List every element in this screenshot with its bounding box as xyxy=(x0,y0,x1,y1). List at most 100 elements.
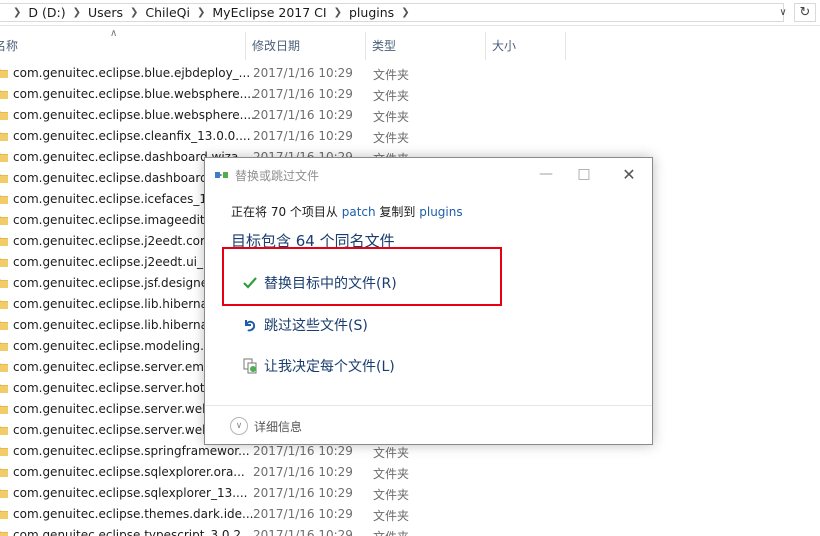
chevron-right-icon: ❯ xyxy=(13,7,22,18)
table-row[interactable]: com.genuitec.eclipse.blue.websphere.... 2… xyxy=(0,84,820,105)
breadcrumb-item[interactable]: MyEclipse 2017 CI xyxy=(212,5,326,20)
file-date: 2017/1/16 10:29 xyxy=(253,108,353,122)
breadcrumb-item[interactable]: ChileQi xyxy=(145,5,190,20)
file-type: 文件夹 xyxy=(373,528,409,536)
dialog-titlebar[interactable]: 替换或跳过文件 — □ ✕ xyxy=(205,158,652,190)
dialog-subtitle: 正在将 70 个项目从 patch 复制到 plugins xyxy=(231,203,463,220)
breadcrumb[interactable]: ❯ D (D:) ❯ Users ❯ ChileQi ❯ MyEclipse 2… xyxy=(0,3,784,22)
folder-icon xyxy=(0,405,8,414)
maximize-icon[interactable]: □ xyxy=(572,164,596,184)
decide-each-file-option[interactable]: 让我决定每个文件(L) xyxy=(240,354,395,378)
file-type: 文件夹 xyxy=(373,509,410,523)
file-name: com.genuitec.eclipse.sqlexplorer_13.... xyxy=(13,486,248,500)
chevron-right-icon: ❯ xyxy=(401,7,410,18)
file-date: 2017/1/16 10:29 xyxy=(253,465,353,479)
column-type[interactable]: 类型 xyxy=(366,32,486,60)
chevron-down-icon[interactable]: ∨ xyxy=(776,4,790,21)
chevron-down-icon: ∨ xyxy=(230,417,248,435)
folder-icon xyxy=(0,321,8,330)
checkmark-icon xyxy=(240,273,260,293)
column-size[interactable]: 大小 xyxy=(486,32,566,60)
skip-files-option[interactable]: 跳过这些文件(S) xyxy=(240,313,368,337)
file-date: 2017/1/16 10:29 xyxy=(253,507,353,521)
minimize-icon[interactable]: — xyxy=(534,164,558,184)
folder-icon xyxy=(0,489,8,498)
file-name: com.genuitec.eclipse.cleanfix_13.0.0.... xyxy=(13,129,251,143)
subtitle-text: 复制到 xyxy=(375,205,420,219)
file-name: com.genuitec.eclipse.lib.hibernate xyxy=(13,318,221,332)
folder-icon xyxy=(0,132,8,141)
file-name: com.genuitec.eclipse.themes.dark.ide... xyxy=(13,507,254,521)
file-date: 2017/1/16 10:29 xyxy=(253,486,353,500)
replace-files-label: 替换目标中的文件(R) xyxy=(264,276,397,292)
file-name: com.genuitec.eclipse.modeling.co xyxy=(13,339,218,353)
file-name: com.genuitec.eclipse.icefaces_13. xyxy=(13,192,219,206)
breadcrumb-item[interactable]: D (D:) xyxy=(28,5,65,20)
dialog-title: 替换或跳过文件 xyxy=(235,169,320,183)
source-folder-link[interactable]: patch xyxy=(342,205,376,219)
file-name: com.genuitec.eclipse.lib.hibernate xyxy=(13,297,221,311)
folder-icon xyxy=(0,216,8,225)
folder-icon xyxy=(0,468,8,477)
file-type: 文件夹 xyxy=(373,68,410,82)
file-name: com.genuitec.eclipse.server.hotre xyxy=(13,381,217,395)
folder-icon xyxy=(0,69,8,78)
folder-icon xyxy=(0,90,8,99)
replace-files-option[interactable]: 替换目标中的文件(R) xyxy=(240,271,397,295)
file-name: com.genuitec.eclipse.blue.websphere.... xyxy=(13,108,255,122)
file-name: com.genuitec.eclipse.j2eedt.ui_13 xyxy=(13,255,219,269)
table-row[interactable]: com.genuitec.eclipse.blue.websphere.... 2… xyxy=(0,105,820,126)
file-type: 文件夹 xyxy=(373,446,410,460)
folder-icon xyxy=(0,174,8,183)
skip-arrow-icon xyxy=(240,315,260,335)
file-name: com.genuitec.eclipse.typescript_3.0.2... xyxy=(13,528,253,536)
destination-folder-link[interactable]: plugins xyxy=(419,205,462,219)
file-name: com.genuitec.eclipse.j2eedt.core_ xyxy=(13,234,219,248)
file-name: com.genuitec.eclipse.blue.websphere.... xyxy=(13,87,255,101)
chevron-right-icon: ❯ xyxy=(197,7,206,18)
column-header: 名称 修改日期 类型 大小 xyxy=(0,28,820,62)
details-label: 详细信息 xyxy=(254,419,303,434)
refresh-icon[interactable]: ↻ xyxy=(794,3,816,22)
table-row[interactable]: com.genuitec.eclipse.cleanfix_13.0.0....… xyxy=(0,126,820,147)
breadcrumb-item[interactable]: Users xyxy=(88,5,123,20)
folder-icon xyxy=(0,258,8,267)
column-date[interactable]: 修改日期 xyxy=(246,32,366,60)
folder-icon xyxy=(0,363,8,372)
table-row[interactable]: com.genuitec.eclipse.themes.dark.ide... 2… xyxy=(0,504,820,525)
folder-icon xyxy=(0,342,8,351)
table-row[interactable]: com.genuitec.eclipse.sqlexplorer.ora... 2… xyxy=(0,462,820,483)
folder-icon xyxy=(0,447,8,456)
folder-icon xyxy=(0,300,8,309)
column-name[interactable]: 名称 xyxy=(0,32,246,60)
folder-icon xyxy=(0,111,8,120)
chevron-right-icon: ❯ xyxy=(333,7,342,18)
breadcrumb-item[interactable]: plugins xyxy=(349,5,394,20)
file-name: com.genuitec.eclipse.jsf.designer_ xyxy=(13,276,220,290)
table-row[interactable]: com.genuitec.eclipse.typescript_3.0.2...… xyxy=(0,525,820,536)
file-name: com.genuitec.eclipse.imageeditor xyxy=(13,213,217,227)
folder-icon xyxy=(0,384,8,393)
table-row[interactable]: com.genuitec.eclipse.sqlexplorer_13.... 2… xyxy=(0,483,820,504)
folder-icon xyxy=(0,237,8,246)
file-type: 文件夹 xyxy=(373,488,410,502)
file-type: 文件夹 xyxy=(373,89,410,103)
close-icon[interactable]: ✕ xyxy=(617,164,641,184)
chevron-right-icon: ❯ xyxy=(130,7,139,18)
file-name: com.genuitec.eclipse.server.weblo xyxy=(13,423,221,437)
file-type: 文件夹 xyxy=(373,131,410,145)
file-name: com.genuitec.eclipse.sqlexplorer.ora... xyxy=(13,465,245,479)
file-name: com.genuitec.eclipse.springframewor... xyxy=(13,444,250,458)
compare-files-icon xyxy=(240,356,260,376)
folder-icon xyxy=(0,510,8,519)
sort-ascending-icon: ∧ xyxy=(110,28,118,39)
table-row[interactable]: com.genuitec.eclipse.blue.ejbdeploy_... 2… xyxy=(0,63,820,84)
file-name: com.genuitec.eclipse.dashboard_ xyxy=(13,171,214,185)
chevron-right-icon: ❯ xyxy=(72,7,81,18)
folder-icon xyxy=(0,426,8,435)
folder-icon xyxy=(0,195,8,204)
file-date: 2017/1/16 10:29 xyxy=(253,129,353,143)
skip-files-label: 跳过这些文件(S) xyxy=(264,318,368,334)
more-details-button[interactable]: ∨ 详细信息 xyxy=(230,417,302,435)
file-date: 2017/1/16 10:29 xyxy=(253,66,353,80)
